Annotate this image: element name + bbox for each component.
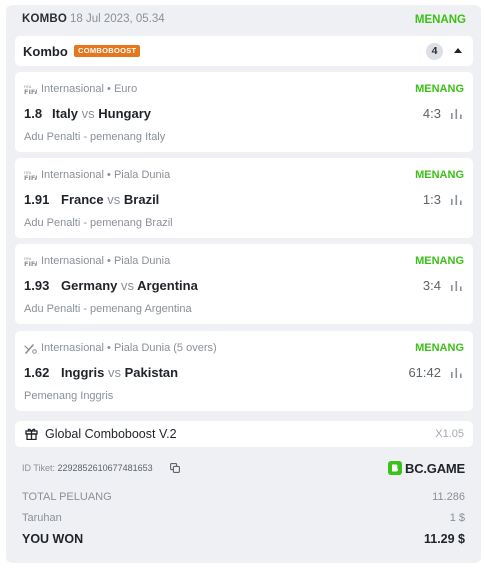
bet-type-label: KOMBO xyxy=(22,13,68,25)
bet-item: FIFA FIFA Internasional • Piala Dunia ME… xyxy=(15,158,473,238)
payout-value: 11.29 $ xyxy=(423,532,465,546)
home-team: Inggris xyxy=(61,365,105,380)
stats-icon[interactable] xyxy=(451,281,462,291)
bet-market: Adu Penalti - pemenang Italy xyxy=(24,131,166,143)
caret-up-icon[interactable] xyxy=(454,48,462,53)
match-score: 61:42 xyxy=(408,365,441,380)
bet-odds: 1.93 xyxy=(24,278,50,293)
bet-market: Adu Penalti - pemenang Argentina xyxy=(24,303,192,315)
global-comboboost-label: Global Comboboost V.2 xyxy=(45,427,177,441)
global-comboboost-multiplier: X1.05 xyxy=(435,428,464,440)
match-score: 1:3 xyxy=(422,192,441,207)
vs-separator: vs xyxy=(107,365,121,380)
bet-market: Adu Penalti - pemenang Brazil xyxy=(24,217,173,229)
stake-label: Taruhan xyxy=(22,512,62,524)
payout-row: YOU WON 11.29 $ xyxy=(22,532,465,548)
stake-value: 1 $ xyxy=(449,512,465,524)
ticket-id: ID Tiket: 2292852610677481653 xyxy=(22,463,153,473)
bet-odds: 1.8 xyxy=(24,106,43,121)
stats-icon[interactable] xyxy=(451,368,462,378)
vs-separator: vs xyxy=(81,106,95,121)
league-name: Internasional • Piala Dunia (5 overs) xyxy=(41,342,217,354)
fifa-icon: FIFA FIFA xyxy=(24,85,37,95)
bc-game-logo-icon xyxy=(388,461,402,475)
svg-text:FIFA: FIFA xyxy=(24,260,37,267)
away-team: Argentina xyxy=(137,278,198,293)
match-score: 4:3 xyxy=(422,106,441,121)
comboboost-badge: COMBOBOOST xyxy=(74,45,141,57)
bet-result: MENANG xyxy=(415,83,464,95)
total-odds-value: 11.286 xyxy=(432,491,465,503)
bet-result: MENANG xyxy=(415,169,464,181)
bet-result: MENANG xyxy=(415,342,464,354)
stake-row: Taruhan 1 $ xyxy=(22,512,465,528)
match-teams[interactable]: Italy vs Hungary xyxy=(52,106,151,121)
stats-icon[interactable] xyxy=(451,109,462,119)
fifa-icon: FIFA FIFA xyxy=(24,171,37,181)
copy-icon[interactable] xyxy=(170,463,180,473)
match-teams[interactable]: Germany vs Argentina xyxy=(61,278,198,293)
kombo-toggle-bar[interactable]: Kombo COMBOBOOST 4 xyxy=(15,36,473,66)
bet-odds: 1.62 xyxy=(24,365,50,380)
brand-name: BC.GAME xyxy=(405,460,465,476)
home-team: France xyxy=(61,192,104,207)
home-team: Italy xyxy=(52,106,79,121)
total-odds-label: TOTAL PELUANG xyxy=(22,491,112,503)
away-team: Pakistan xyxy=(124,365,179,380)
bet-item: Internasional • Piala Dunia (5 overs) ME… xyxy=(15,331,473,411)
home-team: Germany xyxy=(61,278,118,293)
bet-odds: 1.91 xyxy=(24,192,50,207)
vs-separator: vs xyxy=(107,192,121,207)
vs-separator: vs xyxy=(121,278,134,293)
match-score: 3:4 xyxy=(422,278,441,293)
kombo-title: Kombo xyxy=(23,44,68,59)
bet-slip-header: KOMBO 18 Jul 2023, 05.34 MENANG xyxy=(6,5,481,35)
ticket-id-value: 2292852610677481653 xyxy=(57,463,153,473)
total-odds-row: TOTAL PELUANG 11.286 xyxy=(22,491,465,507)
match-teams[interactable]: Inggris vs Pakistan xyxy=(61,365,178,380)
selection-count-badge: 4 xyxy=(426,43,443,60)
svg-text:FIFA: FIFA xyxy=(24,88,37,95)
away-team: Hungary xyxy=(98,106,151,121)
bet-date: 18 Jul 2023, 05.34 xyxy=(70,13,165,25)
gift-icon xyxy=(25,428,38,440)
bet-result: MENANG xyxy=(415,255,464,267)
global-comboboost-row: Global Comboboost V.2 X1.05 xyxy=(15,421,473,447)
svg-text:FIFA: FIFA xyxy=(24,174,37,181)
brand-logo: BC.GAME xyxy=(388,460,465,476)
league-name: Internasional • Euro xyxy=(41,83,138,95)
bet-status: MENANG xyxy=(414,14,466,26)
bet-item: FIFA FIFA Internasional • Piala Dunia ME… xyxy=(15,244,473,324)
cricket-icon xyxy=(24,344,37,354)
bet-market: Pemenang Inggris xyxy=(24,390,114,402)
ticket-id-label: ID Tiket: xyxy=(22,463,56,473)
away-team: Brazil xyxy=(123,192,160,207)
bet-slip-card: KOMBO 18 Jul 2023, 05.34 MENANG Kombo CO… xyxy=(6,5,481,563)
stats-icon[interactable] xyxy=(451,195,462,205)
fifa-icon: FIFA FIFA xyxy=(24,257,37,267)
bet-item: FIFA FIFA Internasional • Euro MENANG 1.… xyxy=(15,72,473,152)
payout-label: YOU WON xyxy=(22,532,84,546)
league-name: Internasional • Piala Dunia xyxy=(41,255,171,267)
match-teams[interactable]: France vs Brazil xyxy=(61,192,159,207)
league-name: Internasional • Piala Dunia xyxy=(41,169,171,181)
